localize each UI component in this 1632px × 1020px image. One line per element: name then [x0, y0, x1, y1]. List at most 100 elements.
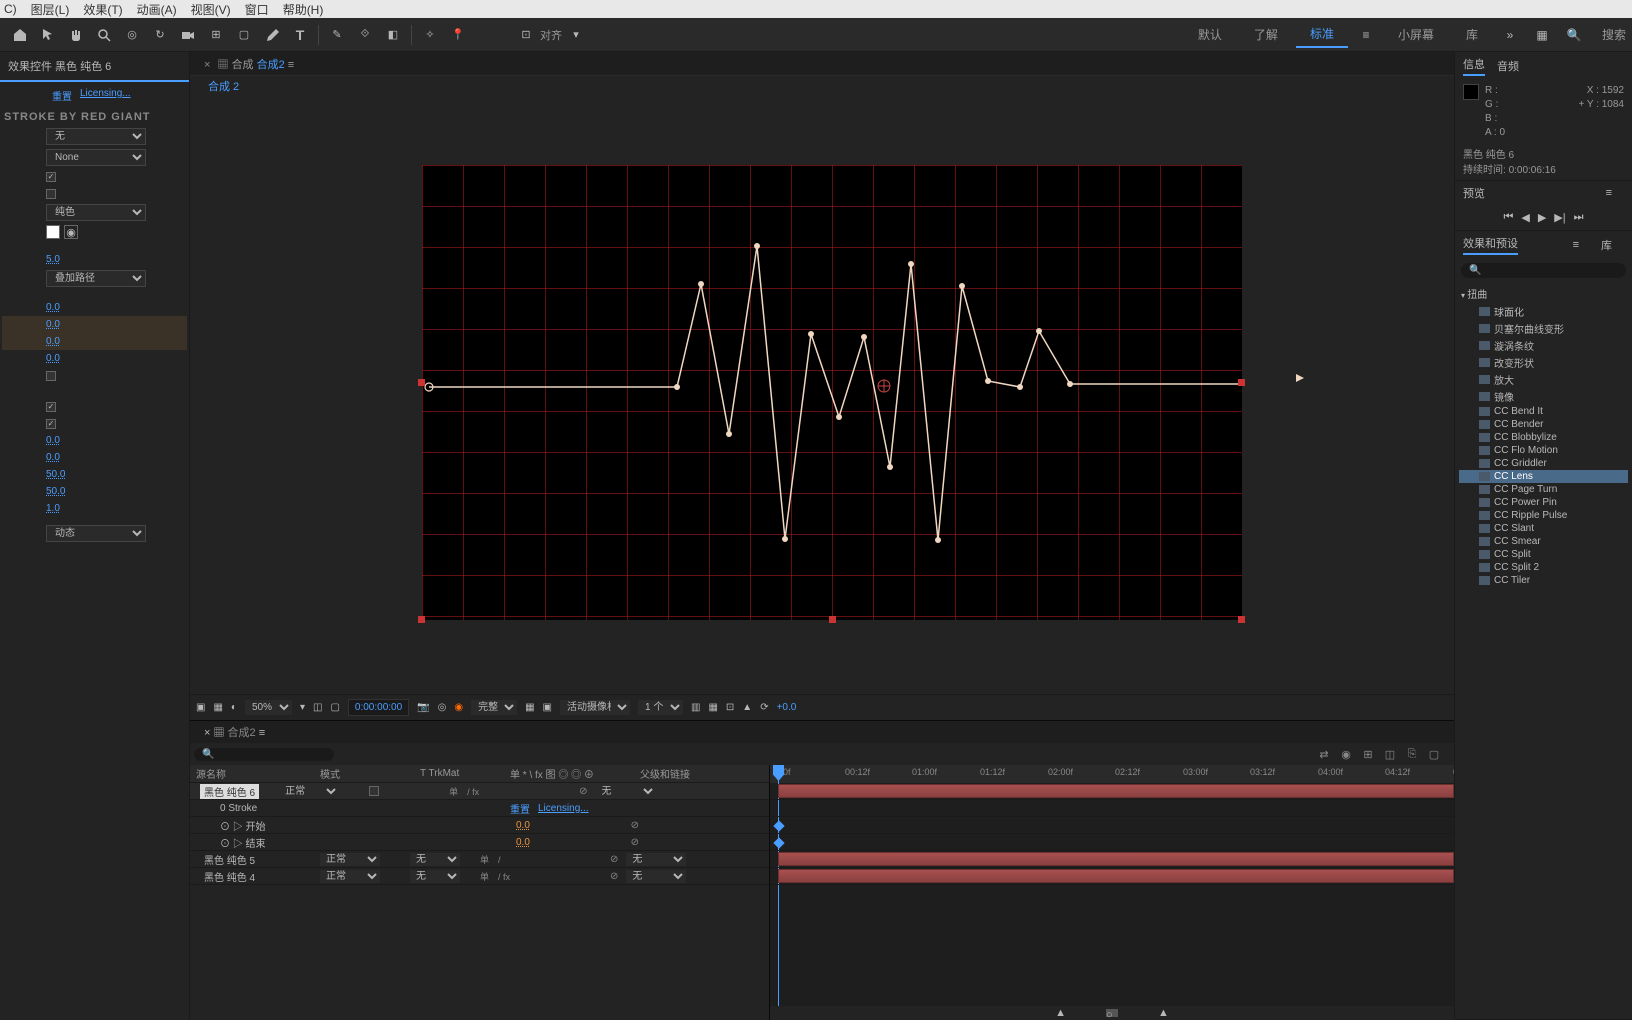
fx-tab[interactable]: 效果和预设 — [1463, 235, 1518, 255]
tl-zoom-slider[interactable]: ▲○▲ — [770, 1006, 1454, 1020]
comp-tab[interactable]: × ▦ 合成 合成2 ≡ — [196, 54, 302, 74]
camera-tool-icon[interactable] — [177, 24, 199, 46]
hand-tool-icon[interactable] — [65, 24, 87, 46]
tl-layer1-trk[interactable] — [369, 786, 379, 796]
snap-caret-icon[interactable]: ▾ — [565, 24, 587, 46]
vf-guide1-icon[interactable]: ▥ — [691, 702, 700, 713]
tl-layer2-trk[interactable]: 无 — [410, 853, 460, 866]
param-check3[interactable] — [46, 371, 56, 381]
fx-item[interactable]: CC Flo Motion — [1459, 444, 1628, 457]
tl-tab[interactable]: × ▦ 合成2 ≡ — [196, 722, 273, 742]
param-v3[interactable]: 0.0 — [46, 336, 60, 347]
search-icon[interactable]: 🔍 — [1563, 24, 1585, 46]
ws-menu-icon[interactable]: ≡ — [1355, 24, 1377, 46]
fx-lib-tab[interactable]: 库 — [1601, 237, 1612, 253]
menu-help[interactable]: 帮助(H) — [283, 1, 324, 18]
tl-3d-icon[interactable]: ◫ — [1382, 746, 1398, 762]
param-check2[interactable] — [46, 189, 56, 199]
eraser-tool-icon[interactable]: ◧ — [382, 24, 404, 46]
menu-effect[interactable]: 效果(T) — [83, 1, 122, 18]
comp-subtab[interactable]: 合成 2 — [198, 76, 249, 96]
vf-guide2-icon[interactable]: ▦ — [708, 702, 717, 713]
fx-item[interactable]: CC Power Pin — [1459, 496, 1628, 509]
fx-item[interactable]: 放大 — [1459, 371, 1628, 388]
tl-prop-end[interactable]: ⊙ ▷ 结束 0.0 ⊘ — [190, 834, 769, 851]
roto-tool-icon[interactable]: ✧ — [419, 24, 441, 46]
menu-window[interactable]: 窗口 — [245, 1, 269, 18]
tl-layer1-parent[interactable]: 无 — [596, 785, 656, 798]
clone-tool-icon[interactable]: ⟐ — [354, 24, 376, 46]
tl-track-start[interactable] — [770, 817, 1454, 834]
vf-views-select[interactable]: 1 个... — [638, 700, 683, 715]
ws-more-icon[interactable]: » — [1499, 24, 1521, 46]
shape-tool-icon[interactable]: ▢ — [233, 24, 255, 46]
fx-item[interactable]: CC Blobbylize — [1459, 431, 1628, 444]
close-icon[interactable]: × — [204, 59, 210, 71]
tl-layer2-mode[interactable]: 正常 — [320, 853, 380, 866]
licensing-link[interactable]: Licensing... — [80, 88, 131, 103]
info-tab[interactable]: 信息 — [1463, 56, 1485, 76]
tl-shy-icon[interactable]: ⇄ — [1316, 746, 1332, 762]
brush-tool-icon[interactable]: ✎ — [326, 24, 348, 46]
effect-controls-tab[interactable]: 效果控件 黑色 纯色 6 — [0, 52, 189, 82]
eyedropper-icon[interactable]: ◉ — [64, 225, 78, 239]
tl-layer-2[interactable]: 黑色 纯色 5 正常 无 单 / ⊘ 无 — [190, 851, 769, 868]
menu-layer[interactable]: 图层(L) — [31, 1, 70, 18]
puppet-tool-icon[interactable]: 📍 — [447, 24, 469, 46]
viewer-canvas[interactable] — [362, 155, 1282, 635]
search-help[interactable]: 搜索 — [1602, 26, 1626, 43]
tl-track-2[interactable] — [770, 851, 1454, 868]
fx-item[interactable]: CC Slant — [1459, 522, 1628, 535]
sel-handle-mr[interactable] — [1238, 379, 1245, 386]
vf-zoom-select[interactable]: 50% — [245, 700, 292, 715]
fx-item[interactable]: CC Smear — [1459, 535, 1628, 548]
param-v8[interactable]: 50.0 — [46, 486, 65, 497]
tl-ruler[interactable]: 00f 00:12f 01:00f 01:12f 02:00f 02:12f 0… — [770, 765, 1454, 783]
ws-standard[interactable]: 标准 — [1296, 21, 1348, 48]
preview-menu-icon[interactable]: ≡ — [1606, 187, 1612, 199]
tl-prop-stroke[interactable]: 0 Stroke 重置 Licensing... — [190, 800, 769, 817]
anchor-tool-icon[interactable]: ⊞ — [205, 24, 227, 46]
fx-item[interactable]: CC Bender — [1459, 418, 1628, 431]
fx-item[interactable]: CC Tiler — [1459, 574, 1628, 587]
zoom-tool-icon[interactable] — [93, 24, 115, 46]
fx-item[interactable]: CC Ripple Pulse — [1459, 509, 1628, 522]
param-v6[interactable]: 0.0 — [46, 452, 60, 463]
vf-color-icon[interactable]: ◉ — [454, 702, 463, 713]
fx-category-distort[interactable]: 扭曲 — [1459, 284, 1628, 303]
tl-track-3[interactable] — [770, 868, 1454, 885]
tl-hdr-parent[interactable]: 父级和链接 — [640, 766, 760, 781]
tl-search[interactable]: 🔍 — [194, 748, 334, 761]
audio-tab[interactable]: 音频 — [1497, 58, 1519, 74]
tl-track-end[interactable] — [770, 834, 1454, 851]
tl-blur-icon[interactable]: ◉ — [1338, 746, 1354, 762]
tl-layer-3[interactable]: 黑色 纯色 4 正常 无 单 / fx ⊘ 无 — [190, 868, 769, 885]
tl-hdr-sw[interactable]: 单 * \ fx 图 ◎ ◎ ⊕ — [510, 766, 640, 781]
rotate-tool-icon[interactable]: ↻ — [149, 24, 171, 46]
param-none-select[interactable]: 无 — [46, 128, 146, 145]
fx-item[interactable]: CC Griddler — [1459, 457, 1628, 470]
fx-item[interactable]: CC Bend It — [1459, 405, 1628, 418]
tl-track-1[interactable] — [770, 783, 1454, 800]
vf-timecode[interactable]: 0:00:00:00 — [348, 699, 409, 716]
tl-layer3-trk[interactable]: 无 — [410, 870, 460, 883]
tl-layer3-mode[interactable]: 正常 — [320, 870, 380, 883]
fx-item[interactable]: CC Lens — [1459, 470, 1628, 483]
sel-handle-bc[interactable] — [829, 616, 836, 623]
menu-anim[interactable]: 动画(A) — [137, 1, 177, 18]
preview-tab[interactable]: 预览 — [1463, 185, 1485, 201]
param-v2[interactable]: 0.0 — [46, 319, 60, 330]
vf-alpha-icon[interactable]: ▢ — [330, 702, 339, 713]
vf-channel-icon[interactable]: ◫ — [313, 702, 322, 713]
ws-panel-icon[interactable]: ▦ — [1531, 24, 1553, 46]
fx-item[interactable]: CC Split 2 — [1459, 561, 1628, 574]
pv-play-icon[interactable]: ▶ — [1538, 211, 1546, 224]
tl-prop-start[interactable]: ⊙ ▷ 开始 0.0 ⊘ — [190, 817, 769, 834]
menu-c[interactable]: C) — [4, 2, 17, 16]
param-v7[interactable]: 50.0 — [46, 469, 65, 480]
vf-snapshot-icon[interactable]: 📷 — [417, 702, 429, 713]
fx-item[interactable]: 镜像 — [1459, 388, 1628, 405]
param-v4[interactable]: 0.0 — [46, 353, 60, 364]
fx-menu-icon[interactable]: ≡ — [1573, 239, 1579, 251]
tl-layer3-parent[interactable]: 无 — [626, 870, 686, 883]
